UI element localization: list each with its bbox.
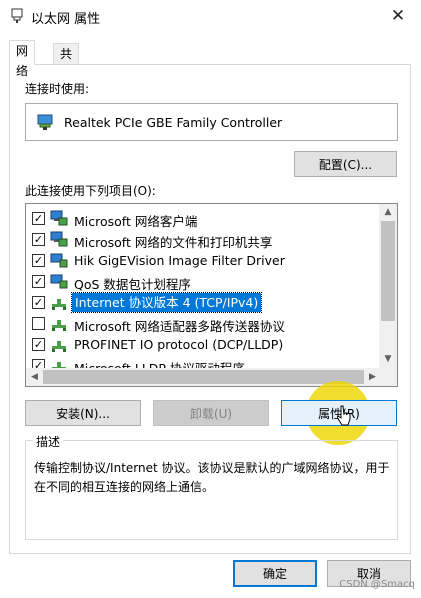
description-text: 传输控制协议/Internet 协议。该协议是默认的广域网络协议，用于在不同的相… xyxy=(34,461,390,494)
configure-button-label: 配置(C)... xyxy=(318,157,373,172)
protocol-icon xyxy=(52,320,66,331)
scroll-down-icon[interactable]: ▼ xyxy=(379,351,397,368)
protocol-icon xyxy=(52,341,66,352)
scroll-corner xyxy=(379,368,397,386)
scroll-up-icon[interactable]: ▲ xyxy=(379,204,397,221)
scroll-left-icon[interactable]: ◀ xyxy=(26,368,43,386)
item-label: Microsoft 网络适配器多路传送器协议 xyxy=(74,319,285,334)
network-client-icon xyxy=(50,210,68,226)
network-adapter-icon xyxy=(11,8,23,23)
adapter-name: Realtek PCIe GBE Family Controller xyxy=(64,115,283,130)
item-label: Microsoft 网络客户端 xyxy=(74,214,198,229)
protocol-icon xyxy=(52,362,66,368)
network-service-icon xyxy=(50,274,68,289)
mouse-pointer-icon xyxy=(337,405,351,426)
close-icon: ✕ xyxy=(390,6,406,26)
list-item-selected[interactable]: ✓ Internet 协议版本 4 (TCP/IPv4) xyxy=(30,292,375,313)
network-card-icon xyxy=(37,114,53,130)
tab-sharing[interactable]: 共享 xyxy=(53,43,80,81)
items-label: 此连接使用下列项目(O): xyxy=(25,184,156,198)
item-label: Hik GigEVision Image Filter Driver xyxy=(74,253,285,268)
protocol-icon xyxy=(52,299,66,310)
list-item[interactable]: ✓ Microsoft 网络的文件和打印机共享 xyxy=(30,229,375,250)
vertical-scroll-thumb[interactable] xyxy=(381,221,395,321)
item-label: Microsoft LLDP 协议驱动程序 xyxy=(74,358,245,368)
list-item[interactable]: ✓ Microsoft 网络客户端 xyxy=(30,208,375,229)
item-checkbox[interactable]: ✓ xyxy=(32,254,45,267)
close-button[interactable]: ✕ xyxy=(375,0,421,32)
vertical-scrollbar[interactable]: ▲ ▼ xyxy=(379,204,397,368)
ok-button[interactable]: 确定 xyxy=(233,560,317,587)
list-item[interactable]: ✓ Hik GigEVision Image Filter Driver xyxy=(30,250,375,271)
components-list[interactable]: ✓ Microsoft 网络客户端 ✓ Microsoft 网络的文件和打印机共… xyxy=(25,203,398,387)
network-tab-panel: 连接时使用: Realtek PCIe GBE Family Controlle… xyxy=(9,64,411,554)
item-checkbox[interactable]: ✓ xyxy=(32,233,45,246)
list-item[interactable]: ✓ PROFINET IO protocol (DCP/LLDP) xyxy=(30,334,375,355)
install-button-label: 安装(N)... xyxy=(56,406,110,421)
window-title: 以太网 属性 xyxy=(31,12,101,27)
list-item[interactable]: Microsoft 网络适配器多路传送器协议 xyxy=(30,313,375,334)
ok-button-label: 确定 xyxy=(262,567,287,581)
uninstall-button[interactable]: 卸载(U) xyxy=(153,400,269,426)
item-label: Internet 协议版本 4 (TCP/IPv4) xyxy=(70,292,263,313)
tab-network[interactable]: 网络 xyxy=(9,40,36,78)
connect-using-label: 连接时使用: xyxy=(25,82,90,96)
item-label: QoS 数据包计划程序 xyxy=(74,277,191,292)
configure-button[interactable]: 配置(C)... xyxy=(294,151,397,177)
network-client-icon xyxy=(50,231,68,247)
item-checkbox[interactable] xyxy=(32,317,45,330)
item-label: Microsoft 网络的文件和打印机共享 xyxy=(74,235,273,250)
item-checkbox[interactable]: ✓ xyxy=(32,212,45,225)
item-label: PROFINET IO protocol (DCP/LLDP) xyxy=(74,337,284,352)
uninstall-button-label: 卸载(U) xyxy=(189,406,233,421)
list-item[interactable]: ✓ Microsoft LLDP 协议驱动程序 xyxy=(30,355,375,368)
network-service-icon xyxy=(50,253,68,268)
item-checkbox[interactable]: ✓ xyxy=(32,338,45,351)
components-list-viewport: ✓ Microsoft 网络客户端 ✓ Microsoft 网络的文件和打印机共… xyxy=(26,204,379,368)
item-checkbox[interactable]: ✓ xyxy=(32,275,45,288)
description-title: 描述 xyxy=(33,433,64,450)
title-bar: 以太网 属性 ✕ xyxy=(0,0,421,32)
tab-network-label: 网络 xyxy=(16,44,29,78)
list-item[interactable]: ✓ QoS 数据包计划程序 xyxy=(30,271,375,292)
horizontal-scroll-thumb[interactable] xyxy=(43,370,364,384)
item-checkbox[interactable]: ✓ xyxy=(32,359,45,368)
install-button[interactable]: 安装(N)... xyxy=(25,400,141,426)
adapter-display: Realtek PCIe GBE Family Controller xyxy=(25,103,398,141)
description-group: 描述 传输控制协议/Internet 协议。该协议是默认的广域网络协议，用于在不… xyxy=(25,433,398,540)
watermark: CSDN @Smacq xyxy=(339,579,415,590)
item-checkbox[interactable]: ✓ xyxy=(32,296,45,309)
